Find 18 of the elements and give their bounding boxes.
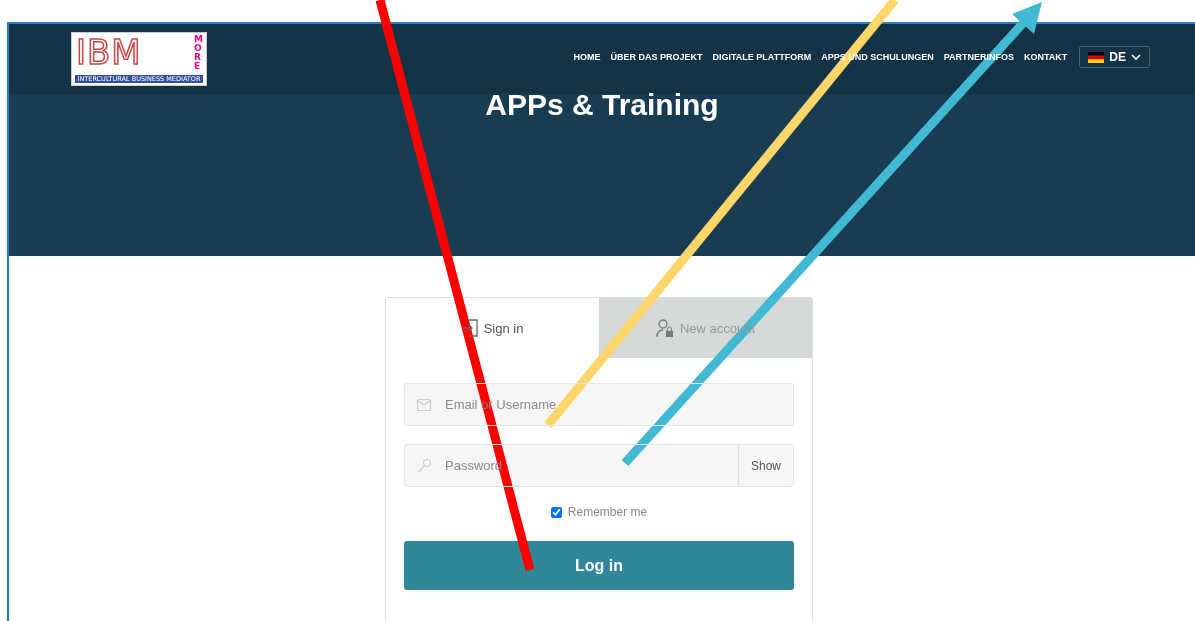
- login-button[interactable]: Log in: [404, 541, 794, 590]
- envelope-icon: [416, 397, 432, 413]
- remember-label: Remember me: [567, 505, 648, 519]
- logo-letters: IBM: [76, 33, 142, 71]
- chevron-icon: [1131, 53, 1141, 61]
- show-password-button[interactable]: Show: [737, 445, 793, 486]
- nav-link[interactable]: DIGITALE PLATTFORM: [712, 52, 812, 62]
- logo-side-text: MORE: [194, 35, 203, 71]
- nav-link[interactable]: KONTAKT: [1024, 52, 1068, 62]
- flag-icon: [1088, 51, 1105, 63]
- language-selector[interactable]: DE: [1079, 46, 1150, 68]
- sign-in-icon: [461, 319, 478, 337]
- nav-link[interactable]: ÜBER DAS PROJEKT: [610, 52, 703, 62]
- remember-checkbox[interactable]: [550, 506, 562, 518]
- user-lock-icon: [655, 318, 674, 338]
- key-icon: [416, 458, 432, 474]
- nav-link[interactable]: HOME: [573, 52, 601, 62]
- page-title: APPs & Training: [485, 88, 719, 122]
